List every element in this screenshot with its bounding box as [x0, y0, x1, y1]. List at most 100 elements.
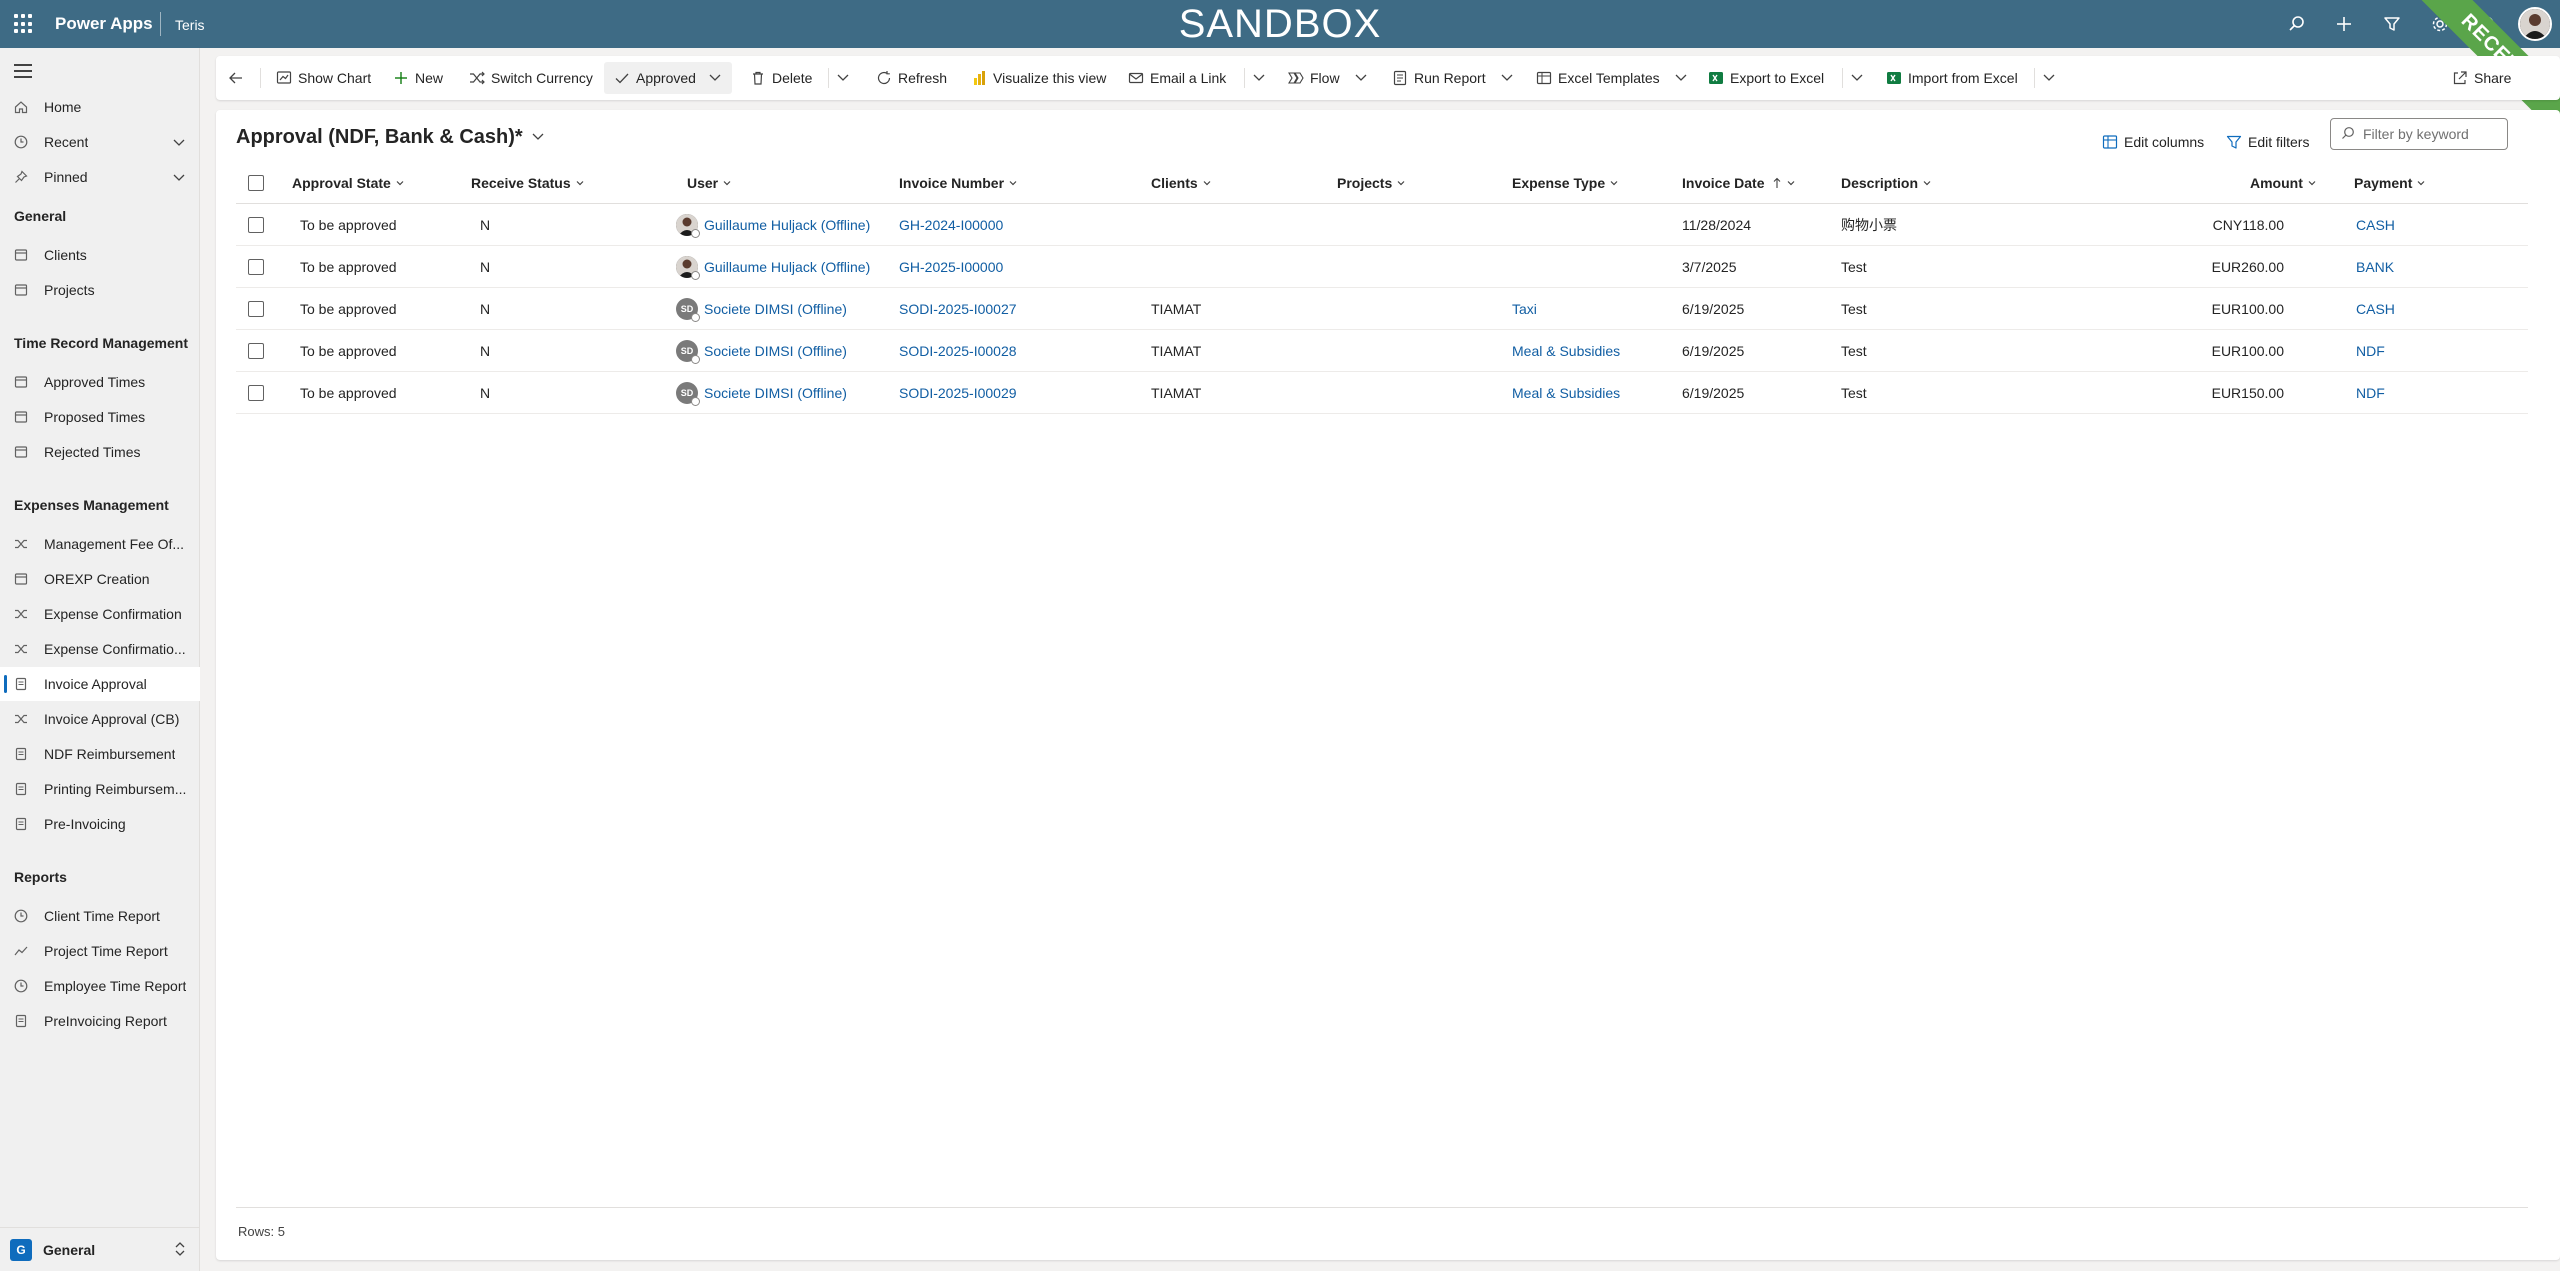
filter-by-keyword[interactable]: [2330, 118, 2508, 150]
nav-ndf-reimbursement[interactable]: NDF Reimbursement: [0, 737, 200, 771]
search-icon[interactable]: [2285, 12, 2309, 36]
nav-pinned[interactable]: Pinned: [0, 160, 200, 194]
email-link-button[interactable]: Email a Link: [1128, 62, 1226, 94]
nav-home[interactable]: Home: [0, 90, 200, 124]
more-dropdown[interactable]: [1252, 62, 1266, 94]
cell-user[interactable]: Guillaume Huljack (Offline): [676, 246, 870, 288]
column-header-payment[interactable]: Payment: [2354, 162, 2426, 204]
view-selector[interactable]: Approval (NDF, Bank & Cash)*: [236, 126, 545, 149]
column-header-approval-state[interactable]: Approval State: [292, 162, 405, 204]
cell-invoice-number[interactable]: GH-2024-I00000: [899, 204, 1003, 246]
nav-clients[interactable]: Clients: [0, 238, 200, 272]
nav-client-time-report[interactable]: Client Time Report: [0, 899, 200, 933]
cell-expense-type[interactable]: Meal & Subsidies: [1512, 372, 1620, 414]
cell-invoice-number[interactable]: SODI-2025-I00027: [899, 288, 1017, 330]
nav-projects[interactable]: Projects: [0, 273, 200, 307]
row-checkbox[interactable]: [248, 301, 264, 317]
cell-payment[interactable]: CASH: [2356, 204, 2395, 246]
nav-invoice-approval[interactable]: Invoice Approval: [0, 667, 200, 701]
user-name-link[interactable]: Guillaume Huljack (Offline): [704, 259, 870, 275]
nav-approved-times[interactable]: Approved Times: [0, 365, 200, 399]
flow-button[interactable]: Flow: [1288, 62, 1368, 94]
area-switcher[interactable]: G General: [0, 1227, 200, 1271]
nav-invoice-approval-cb[interactable]: Invoice Approval (CB): [0, 702, 200, 736]
chevron-down-icon[interactable]: [172, 135, 186, 152]
nav-printing-reimbursement[interactable]: Printing Reimbursem...: [0, 772, 200, 806]
nav-recent[interactable]: Recent: [0, 125, 200, 159]
cell-user[interactable]: Guillaume Huljack (Offline): [676, 204, 870, 246]
more-dropdown[interactable]: [836, 62, 850, 94]
row-checkbox[interactable]: [248, 217, 264, 233]
plus-icon[interactable]: [2332, 12, 2356, 36]
table-row[interactable]: To be approved N Guillaume Huljack (Offl…: [236, 246, 2528, 288]
cell-payment[interactable]: BANK: [2356, 246, 2394, 288]
row-checkbox[interactable]: [248, 385, 264, 401]
export-excel-button[interactable]: Export to Excel: [1708, 62, 1824, 94]
run-report-button[interactable]: Run Report: [1392, 62, 1514, 94]
nav-pre-invoicing[interactable]: Pre-Invoicing: [0, 807, 200, 841]
table-row[interactable]: To be approved N Guillaume Huljack (Offl…: [236, 204, 2528, 246]
show-chart-button[interactable]: Show Chart: [276, 62, 371, 94]
nav-expense-confirmation-2[interactable]: Expense Confirmatio...: [0, 632, 200, 666]
column-header-user[interactable]: User: [687, 162, 732, 204]
nav-preinvoicing-report[interactable]: PreInvoicing Report: [0, 1004, 200, 1038]
nav-employee-time-report[interactable]: Employee Time Report: [0, 969, 200, 1003]
column-header-projects[interactable]: Projects: [1337, 162, 1406, 204]
cell-invoice-number[interactable]: SODI-2025-I00029: [899, 372, 1017, 414]
column-header-clients[interactable]: Clients: [1151, 162, 1212, 204]
switch-currency-button[interactable]: Switch Currency: [469, 62, 593, 94]
column-header-receive-status[interactable]: Receive Status: [471, 162, 585, 204]
hamburger-menu-icon[interactable]: [14, 64, 32, 78]
cell-invoice-number[interactable]: GH-2025-I00000: [899, 246, 1003, 288]
cell-payment[interactable]: NDF: [2356, 372, 2385, 414]
nav-orexp-creation[interactable]: OREXP Creation: [0, 562, 200, 596]
help-icon[interactable]: [2474, 12, 2498, 36]
import-excel-button[interactable]: Import from Excel: [1886, 62, 2018, 94]
chevron-down-icon[interactable]: [1674, 70, 1688, 87]
edit-columns-button[interactable]: Edit columns: [2102, 134, 2204, 150]
chevron-down-icon[interactable]: [1500, 70, 1514, 87]
cell-user[interactable]: SD Societe DIMSI (Offline): [676, 372, 847, 414]
cell-expense-type[interactable]: Meal & Subsidies: [1512, 330, 1620, 372]
nav-rejected-times[interactable]: Rejected Times: [0, 435, 200, 469]
row-checkbox[interactable]: [248, 343, 264, 359]
cell-payment[interactable]: CASH: [2356, 288, 2395, 330]
approved-button[interactable]: Approved: [604, 62, 732, 94]
filter-icon[interactable]: [2380, 12, 2404, 36]
user-name-link[interactable]: Societe DIMSI (Offline): [704, 301, 847, 317]
nav-proposed-times[interactable]: Proposed Times: [0, 400, 200, 434]
cell-payment[interactable]: NDF: [2356, 330, 2385, 372]
select-all-checkbox[interactable]: [248, 175, 264, 191]
column-header-amount[interactable]: Amount: [2250, 162, 2317, 204]
more-dropdown[interactable]: [2042, 62, 2056, 94]
chevron-down-icon[interactable]: [1354, 70, 1368, 87]
filter-input[interactable]: [2363, 126, 2503, 142]
nav-management-fee[interactable]: Management Fee Of...: [0, 527, 200, 561]
user-name-link[interactable]: Societe DIMSI (Offline): [704, 385, 847, 401]
column-header-expense-type[interactable]: Expense Type: [1512, 162, 1619, 204]
refresh-button[interactable]: Refresh: [876, 62, 947, 94]
back-button[interactable]: [228, 62, 250, 94]
nav-project-time-report[interactable]: Project Time Report: [0, 934, 200, 968]
table-row[interactable]: To be approved N SD Societe DIMSI (Offli…: [236, 288, 2528, 330]
cell-expense-type[interactable]: Taxi: [1512, 288, 1537, 330]
settings-icon[interactable]: [2428, 12, 2452, 36]
more-dropdown[interactable]: [1850, 62, 1864, 94]
table-row[interactable]: To be approved N SD Societe DIMSI (Offli…: [236, 330, 2528, 372]
cell-user[interactable]: SD Societe DIMSI (Offline): [676, 330, 847, 372]
column-header-description[interactable]: Description: [1841, 162, 1932, 204]
chevron-down-icon[interactable]: [708, 70, 722, 87]
table-row[interactable]: To be approved N SD Societe DIMSI (Offli…: [236, 372, 2528, 414]
edit-filters-button[interactable]: Edit filters: [2226, 134, 2309, 150]
delete-button[interactable]: Delete: [750, 62, 812, 94]
excel-templates-button[interactable]: Excel Templates: [1536, 62, 1688, 94]
column-header-invoice-number[interactable]: Invoice Number: [899, 162, 1018, 204]
chevron-down-icon[interactable]: [172, 170, 186, 187]
row-checkbox[interactable]: [248, 259, 264, 275]
user-avatar[interactable]: [2518, 7, 2552, 41]
nav-expense-confirmation[interactable]: Expense Confirmation: [0, 597, 200, 631]
user-name-link[interactable]: Guillaume Huljack (Offline): [704, 217, 870, 233]
cell-user[interactable]: SD Societe DIMSI (Offline): [676, 288, 847, 330]
user-name-link[interactable]: Societe DIMSI (Offline): [704, 343, 847, 359]
new-button[interactable]: New: [393, 62, 443, 94]
